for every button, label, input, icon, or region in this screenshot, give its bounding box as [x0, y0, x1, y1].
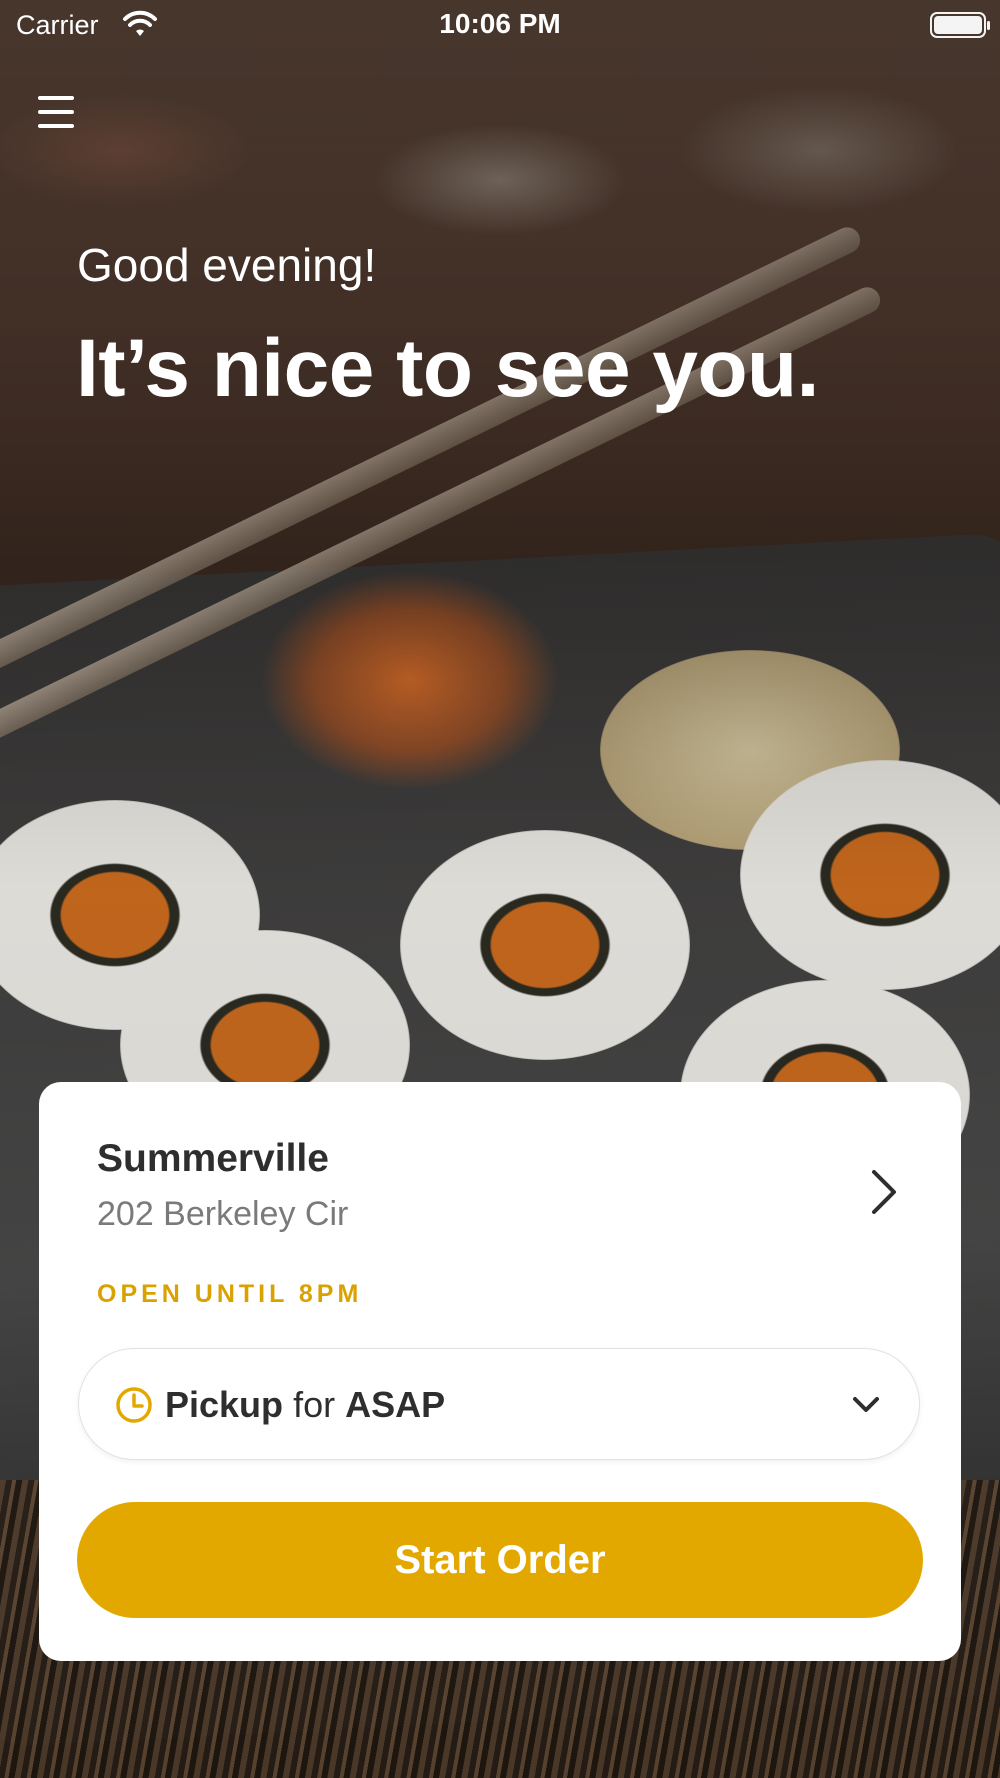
chevron-right-icon[interactable] — [864, 1164, 904, 1220]
pickup-time: ASAP — [345, 1384, 446, 1425]
chevron-down-icon — [853, 1397, 879, 1412]
store-name: Summerville — [97, 1137, 329, 1180]
pickup-mode: Pickup — [165, 1384, 284, 1425]
greeting-text: Good evening! — [77, 239, 377, 291]
store-card: Summerville 202 Berkeley Cir OPEN UNTIL … — [39, 1082, 961, 1661]
pickup-label: Pickup for ASAP — [165, 1384, 445, 1426]
store-address: 202 Berkeley Cir — [97, 1195, 349, 1233]
start-order-button[interactable]: Start Order — [77, 1502, 923, 1618]
headline-text: It’s nice to see you. — [76, 323, 819, 414]
status-bar: Carrier 10:06 PM — [0, 0, 1000, 52]
clock-time: 10:06 PM — [439, 8, 561, 39]
pickup-time-selector[interactable]: Pickup for ASAP — [78, 1348, 920, 1460]
hamburger-menu-icon[interactable] — [34, 92, 80, 132]
battery-icon — [930, 12, 990, 38]
open-status: OPEN UNTIL 8PM — [97, 1280, 363, 1308]
clock-icon — [116, 1387, 152, 1423]
pickup-connector: for — [293, 1384, 336, 1425]
